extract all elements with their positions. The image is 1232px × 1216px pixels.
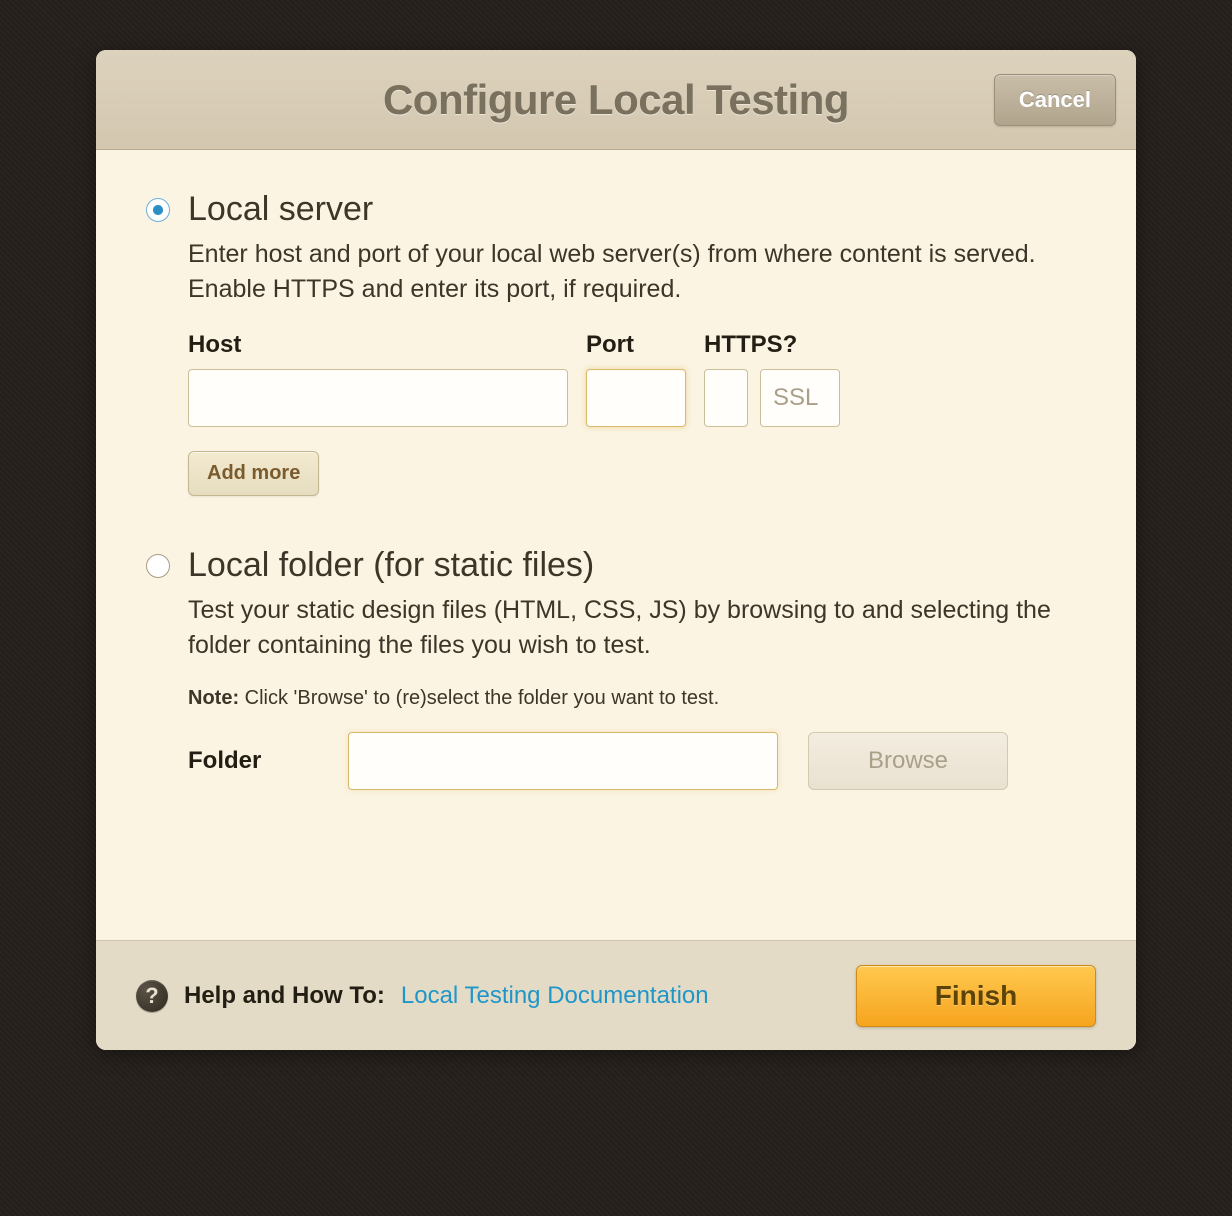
local-folder-title: Local folder (for static files) — [188, 546, 1086, 585]
note-prefix: Note: — [188, 687, 239, 709]
host-input[interactable] — [188, 369, 568, 427]
local-server-option: Local server Enter host and port of your… — [146, 190, 1086, 496]
dialog-header: Configure Local Testing Cancel — [96, 50, 1136, 150]
port-input[interactable] — [586, 369, 686, 427]
local-server-description: Enter host and port of your local web se… — [188, 237, 1086, 307]
folder-input[interactable] — [348, 732, 778, 790]
note-text: Click 'Browse' to (re)select the folder … — [239, 687, 719, 709]
dialog-footer: ? Help and How To: Local Testing Documen… — [96, 940, 1136, 1050]
host-label: Host — [188, 331, 568, 359]
local-server-radio[interactable] — [146, 198, 170, 222]
local-folder-note: Note: Click 'Browse' to (re)select the f… — [188, 687, 1086, 710]
dialog-title: Configure Local Testing — [383, 76, 849, 124]
https-checkbox[interactable] — [704, 369, 748, 427]
finish-button[interactable]: Finish — [856, 965, 1096, 1027]
local-folder-description: Test your static design files (HTML, CSS… — [188, 593, 1086, 663]
add-more-button[interactable]: Add more — [188, 451, 319, 496]
local-server-title: Local server — [188, 190, 1086, 229]
help-text: Help and How To: — [184, 982, 385, 1010]
cancel-button[interactable]: Cancel — [994, 74, 1116, 126]
local-folder-option: Local folder (for static files) Test you… — [146, 546, 1086, 790]
configure-local-testing-dialog: Configure Local Testing Cancel Local ser… — [96, 50, 1136, 1050]
port-label: Port — [586, 331, 686, 359]
dialog-body: Local server Enter host and port of your… — [96, 150, 1136, 940]
ssl-port-input[interactable] — [760, 369, 840, 427]
https-label: HTTPS? — [704, 331, 840, 359]
help-link[interactable]: Local Testing Documentation — [401, 982, 709, 1010]
browse-button[interactable]: Browse — [808, 732, 1008, 790]
folder-label: Folder — [188, 747, 318, 775]
local-folder-radio[interactable] — [146, 554, 170, 578]
help-icon[interactable]: ? — [136, 980, 168, 1012]
